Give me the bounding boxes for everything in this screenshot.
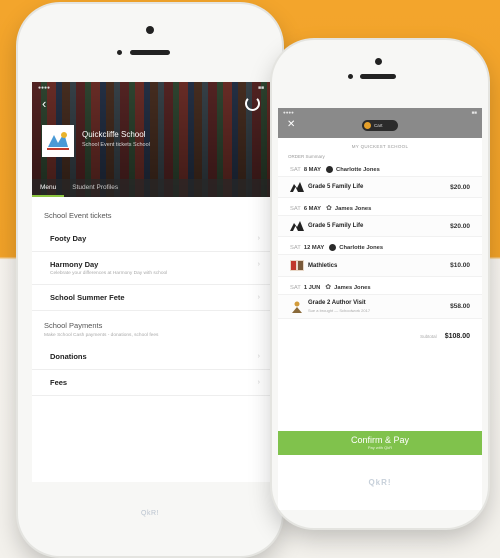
item-title: Donations (50, 352, 87, 361)
item-price: $10.00 (450, 262, 470, 269)
close-icon[interactable]: ✕ (287, 119, 295, 130)
refresh-icon[interactable] (245, 96, 260, 111)
order-day: SAT (290, 244, 301, 251)
avatar (326, 166, 334, 173)
list-item-footy-day[interactable]: Footy Day › (32, 226, 270, 252)
order-date: 6 MAY (303, 205, 322, 212)
status-bar: ●●●● ■■ (38, 85, 264, 91)
cart-pill[interactable]: Cart (362, 120, 398, 131)
order-date-row: SAT 8 MAY Charlotte Jones (278, 159, 482, 176)
cart-item[interactable]: Grade 5 Family Life $20.00 (278, 215, 482, 237)
order-day: SAT (290, 205, 301, 212)
item-name: Grade 5 Family Life (308, 223, 364, 229)
school-menu-screen: ●●●● ■■ ‹ Quickcliffe School School Event… (32, 82, 270, 482)
list-item-fees[interactable]: Fees › (32, 370, 270, 396)
school-logo (42, 125, 74, 157)
order-day: SAT (290, 166, 301, 173)
cart-screen: ●●●● ■■ ✕ Cart MY QUICKEST SCHOOL ORDER S… (278, 108, 482, 510)
item-name: Grade 5 Family Life (308, 184, 364, 190)
cart-pill-label: Cart (374, 123, 383, 128)
confirm-pay-button[interactable]: Confirm & Pay Pay with QkR (278, 431, 482, 455)
item-title: Harmony Day (50, 260, 99, 269)
item-price: $20.00 (450, 183, 470, 191)
item-price: $20.00 (450, 222, 470, 230)
cart-item[interactable]: Mathletics $10.00 (278, 254, 482, 277)
star-icon: ✿ (326, 205, 332, 212)
sensor (348, 74, 353, 79)
speaker-grille (360, 74, 396, 79)
order-date: 1 JUN (303, 284, 321, 291)
order-date: 8 MAY (303, 166, 322, 173)
section-description: Make School Cash payments - donations, s… (44, 333, 159, 338)
order-person: Charlotte Jones (339, 244, 384, 251)
school-hero-banner: ●●●● ■■ ‹ Quickcliffe School School Event… (32, 82, 270, 197)
item-name: Mathletics (308, 262, 338, 269)
subtotal-row: Subtotal $108.00 (278, 319, 482, 354)
chevron-right-icon: › (257, 379, 260, 386)
item-subtitle: Sue a brought — Schoolwork 2017 (308, 308, 371, 313)
front-camera (375, 58, 382, 65)
back-button[interactable]: ‹ (42, 96, 46, 111)
item-subtitle: Celebrate your differences at Harmony Da… (50, 271, 168, 276)
cart-school-name: MY QUICKEST SCHOOL (351, 144, 409, 149)
cart-dot-icon (364, 122, 371, 129)
front-camera (146, 26, 154, 34)
orders-label: ORDER Summary (288, 154, 325, 159)
app-logo: QkR! (368, 478, 392, 487)
item-name: Grade 2 Author Visit (308, 300, 366, 306)
chevron-right-icon: › (257, 235, 260, 242)
tab-student-profiles[interactable]: Student Profiles (64, 179, 126, 197)
order-date-row: SAT 12 MAY Charlotte Jones (278, 237, 482, 254)
confirm-pay-sublabel: Pay with QkR (367, 445, 393, 450)
book-icon (290, 260, 308, 271)
section-title-event-tickets: School Event tickets (44, 211, 112, 220)
profile-tabs: Menu Student Profiles (32, 179, 270, 197)
order-date-row: SAT 1 JUN ✿ James Jones (278, 277, 482, 294)
order-day: SAT (290, 284, 301, 291)
item-price: $58.00 (450, 303, 470, 310)
cart-item[interactable]: Grade 2 Author Visit Sue a brought — Sch… (278, 294, 482, 319)
chevron-right-icon: › (257, 353, 260, 360)
list-item-harmony-day[interactable]: Harmony Day Celebrate your differences a… (32, 252, 270, 285)
status-bar: ●●●● ■■ (283, 110, 477, 115)
order-date: 12 MAY (303, 244, 325, 251)
author-icon (290, 301, 308, 313)
list-item-donations[interactable]: Donations › (32, 344, 270, 370)
home-button-logo: QkR! (141, 510, 159, 517)
cart-header: ●●●● ■■ ✕ Cart (278, 108, 482, 138)
cart-item[interactable]: Grade 5 Family Life $20.00 (278, 176, 482, 198)
speaker-grille (130, 50, 170, 55)
order-person: James Jones (334, 284, 371, 291)
mountain-icon (290, 182, 308, 192)
school-name: Quickcliffe School (82, 130, 146, 139)
tab-menu[interactable]: Menu (32, 179, 65, 197)
list-item-summer-fete[interactable]: School Summer Fete › (32, 285, 270, 311)
order-date-row: SAT 6 MAY ✿ James Jones (278, 198, 482, 215)
star-icon: ✿ (325, 284, 332, 291)
order-person: James Jones (334, 205, 372, 212)
item-title: School Summer Fete (50, 293, 125, 302)
phone-left: ●●●● ■■ ‹ Quickcliffe School School Event… (18, 4, 282, 556)
sensor (117, 50, 122, 55)
subtotal-value: $108.00 (444, 333, 470, 340)
subtotal-label: Subtotal (420, 334, 437, 339)
item-title: Fees (50, 378, 68, 387)
avatar (329, 244, 337, 251)
confirm-pay-label: Confirm & Pay (350, 435, 410, 445)
section-title-school-payments: School Payments (44, 321, 103, 330)
chevron-right-icon: › (257, 294, 260, 301)
school-subtitle: School Event tickets School (82, 142, 150, 148)
item-title: Footy Day (50, 234, 87, 243)
mountain-icon (290, 221, 308, 231)
chevron-right-icon: › (257, 261, 260, 268)
order-person: Charlotte Jones (336, 166, 380, 173)
phone-right: ●●●● ■■ ✕ Cart MY QUICKEST SCHOOL ORDER S… (272, 40, 488, 528)
